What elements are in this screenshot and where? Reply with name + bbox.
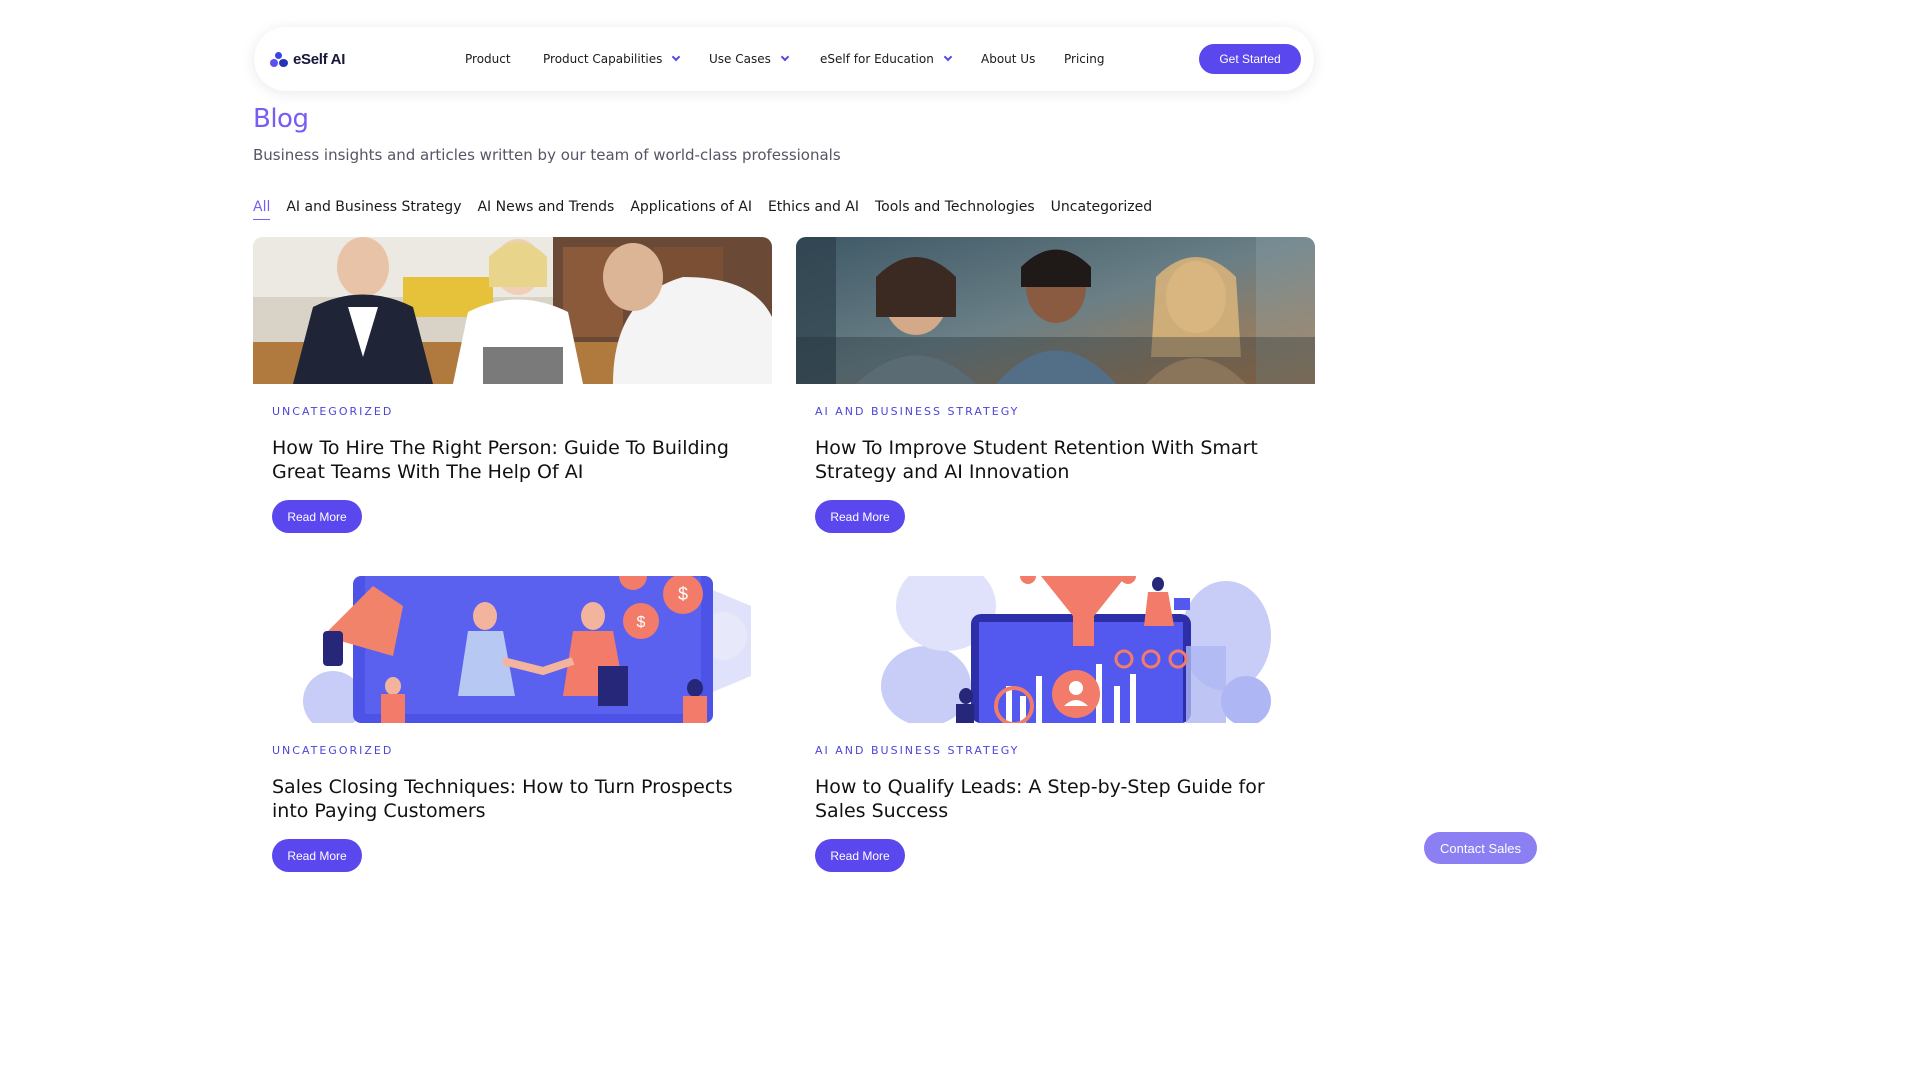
post-category: UNCATEGORIZED <box>272 744 394 757</box>
filter-tab-ai-business-strategy[interactable]: AI and Business Strategy <box>286 199 461 220</box>
read-more-button[interactable]: Read More <box>815 839 905 872</box>
nav-pricing-label: Pricing <box>1064 52 1105 66</box>
read-more-button[interactable]: Read More <box>272 500 362 533</box>
business-meeting-photo[interactable] <box>253 237 772 384</box>
filter-tab-all[interactable]: All <box>253 199 271 220</box>
chevron-down-icon <box>672 52 681 62</box>
post-category: AI AND BUSINESS STRATEGY <box>815 405 1020 418</box>
svg-text:$: $ <box>678 584 688 604</box>
blog-card: AI AND BUSINESS STRATEGY How To Improve … <box>796 237 1315 537</box>
post-category: AI AND BUSINESS STRATEGY <box>815 744 1020 757</box>
brand-name: eSelf AI <box>293 51 346 68</box>
nav-pricing[interactable]: Pricing <box>1064 27 1104 91</box>
post-title[interactable]: How to Qualify Leads: A Step-by-Step Gui… <box>815 775 1285 823</box>
chevron-down-icon <box>943 52 953 62</box>
contact-sales-button[interactable]: Contact Sales <box>1424 832 1537 864</box>
sales-funnel-illustration[interactable] <box>796 576 1315 723</box>
nav-product-capabilities[interactable]: Product Capabilities <box>543 27 681 91</box>
page-subtitle: Business insights and articles written b… <box>253 146 841 164</box>
post-title[interactable]: How To Hire The Right Person: Guide To B… <box>272 436 742 484</box>
top-navbar: eSelf AI Product Product Capabilities Us… <box>254 27 1314 91</box>
get-started-button[interactable]: Get Started <box>1199 44 1301 74</box>
post-title[interactable]: Sales Closing Techniques: How to Turn Pr… <box>272 775 742 823</box>
svg-text:$: $ <box>637 614 646 631</box>
nav-eself-education[interactable]: eSelf for Education <box>820 27 953 91</box>
blog-card: UNCATEGORIZED How To Hire The Right Pers… <box>253 237 772 537</box>
brand-logo[interactable]: eSelf AI <box>270 51 345 68</box>
read-more-button[interactable]: Read More <box>272 839 362 872</box>
nav-about-us-label: About Us <box>981 52 1036 66</box>
handshake-deal-illustration[interactable]: $ $ <box>253 576 772 723</box>
nav-product-capabilities-label: Product Capabilities <box>543 52 663 66</box>
category-filter-tabs: All AI and Business Strategy AI News and… <box>253 199 1152 220</box>
filter-tab-applications-of-ai[interactable]: Applications of AI <box>630 199 752 220</box>
nav-product-label: Product <box>465 52 511 66</box>
students-studying-photo[interactable] <box>796 237 1315 384</box>
chevron-down-icon <box>780 52 790 62</box>
filter-tab-uncategorized[interactable]: Uncategorized <box>1051 199 1152 220</box>
post-category: UNCATEGORIZED <box>272 405 394 418</box>
nav-about-us[interactable]: About Us <box>981 27 1035 91</box>
read-more-button[interactable]: Read More <box>815 500 905 533</box>
filter-tab-ethics-and-ai[interactable]: Ethics and AI <box>768 199 859 220</box>
blog-card: $ $ UNCATEGORIZED Sales Closing Techniqu… <box>253 576 772 876</box>
nav-use-cases-label: Use Cases <box>709 52 771 66</box>
filter-tab-tools-technologies[interactable]: Tools and Technologies <box>875 199 1035 220</box>
nav-eself-education-label: eSelf for Education <box>820 52 934 66</box>
post-title[interactable]: How To Improve Student Retention With Sm… <box>815 436 1285 484</box>
nav-product[interactable]: Product <box>465 27 511 91</box>
blog-card: AI AND BUSINESS STRATEGY How to Qualify … <box>796 576 1315 876</box>
logo-icon <box>270 51 288 68</box>
page-title: Blog <box>253 104 309 134</box>
nav-use-cases[interactable]: Use Cases <box>709 27 790 91</box>
filter-tab-ai-news-trends[interactable]: AI News and Trends <box>477 199 614 220</box>
